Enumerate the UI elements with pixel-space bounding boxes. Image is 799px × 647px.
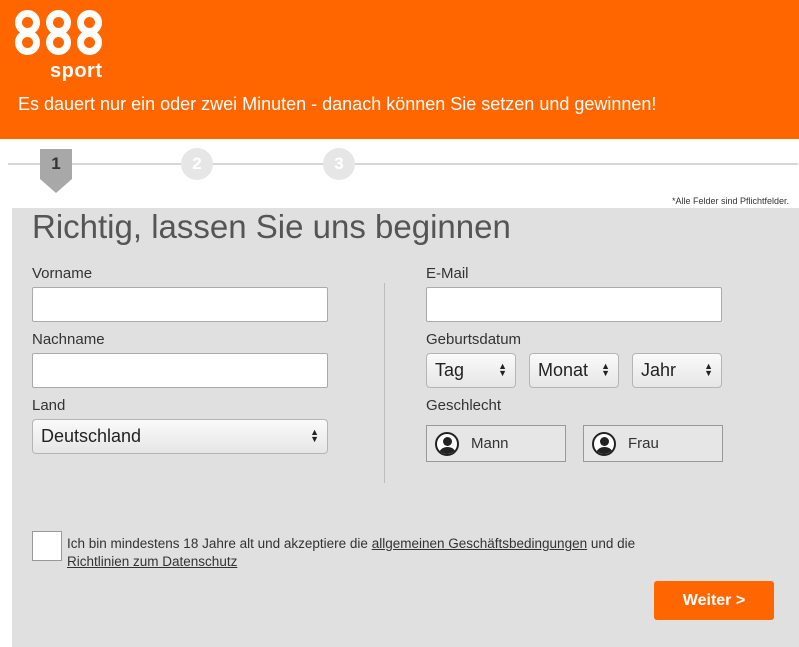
country-value: Deutschland: [41, 426, 142, 446]
privacy-link[interactable]: Richtlinien zum Datenschutz: [67, 554, 237, 569]
logo-digit-8: [43, 10, 74, 60]
logo-digit-8: [12, 10, 43, 60]
logo-sport-text: sport: [50, 60, 103, 82]
birth-month-value: Monat: [538, 360, 589, 380]
gender-female-label: Frau: [628, 435, 659, 452]
age-terms-checkbox[interactable]: [32, 531, 62, 561]
country-label: Land: [32, 397, 66, 414]
user-icon: [592, 431, 616, 456]
user-icon: [435, 431, 459, 456]
select-arrows-icon: ▲ ▼: [310, 427, 319, 444]
registration-form: Richtig, lassen Sie uns beginnen Vorname…: [12, 208, 799, 647]
column-divider: [384, 283, 385, 483]
weiter-button[interactable]: Weiter >: [654, 581, 774, 620]
email-input[interactable]: [426, 287, 722, 322]
gender-male-label: Mann: [471, 435, 509, 452]
terms-text: Ich bin mindestens 18 Jahre alt und akze…: [67, 535, 757, 571]
header: sport Es dauert nur ein oder zwei Minute…: [0, 0, 799, 139]
progress-line: [8, 163, 798, 165]
step-2: 2: [181, 148, 213, 180]
888sport-logo[interactable]: sport: [12, 10, 108, 82]
birthdate-label: Geburtsdatum: [426, 331, 522, 348]
first-name-input[interactable]: [32, 287, 328, 322]
birth-day-value: Tag: [435, 360, 465, 380]
birth-day-select[interactable]: Tag ▲ ▼: [426, 353, 516, 388]
birth-month-select[interactable]: Monat ▲ ▼: [529, 353, 619, 388]
terms-text-before: Ich bin mindestens 18 Jahre alt und akze…: [67, 536, 372, 551]
form-title: Richtig, lassen Sie uns beginnen: [32, 208, 511, 245]
last-name-label: Nachname: [32, 331, 105, 348]
gender-female-button[interactable]: Frau: [583, 425, 723, 462]
required-fields-note: *Alle Felder sind Pflichtfelder.: [671, 196, 789, 206]
gender-label: Geschlecht: [426, 397, 502, 414]
terms-text-middle: und die: [587, 536, 636, 551]
tagline: Es dauert nur ein oder zwei Minuten - da…: [18, 94, 657, 114]
select-arrows-icon: ▲ ▼: [704, 361, 713, 378]
step-1-active: 1: [40, 149, 72, 193]
select-arrows-icon: ▲ ▼: [498, 361, 507, 378]
first-name-label: Vorname: [32, 265, 93, 282]
step-3: 3: [323, 148, 355, 180]
birth-year-select[interactable]: Jahr ▲ ▼: [632, 353, 722, 388]
email-label: E-Mail: [426, 265, 469, 282]
last-name-input[interactable]: [32, 353, 328, 388]
logo-digits: [12, 10, 105, 60]
birth-year-value: Jahr: [641, 360, 677, 380]
select-arrows-icon: ▲ ▼: [601, 361, 610, 378]
gender-male-button[interactable]: Mann: [426, 425, 566, 462]
terms-link[interactable]: allgemeinen Geschäftsbedingungen: [372, 536, 587, 551]
logo-digit-8: [74, 10, 105, 60]
country-select[interactable]: Deutschland ▲ ▼: [32, 419, 328, 454]
